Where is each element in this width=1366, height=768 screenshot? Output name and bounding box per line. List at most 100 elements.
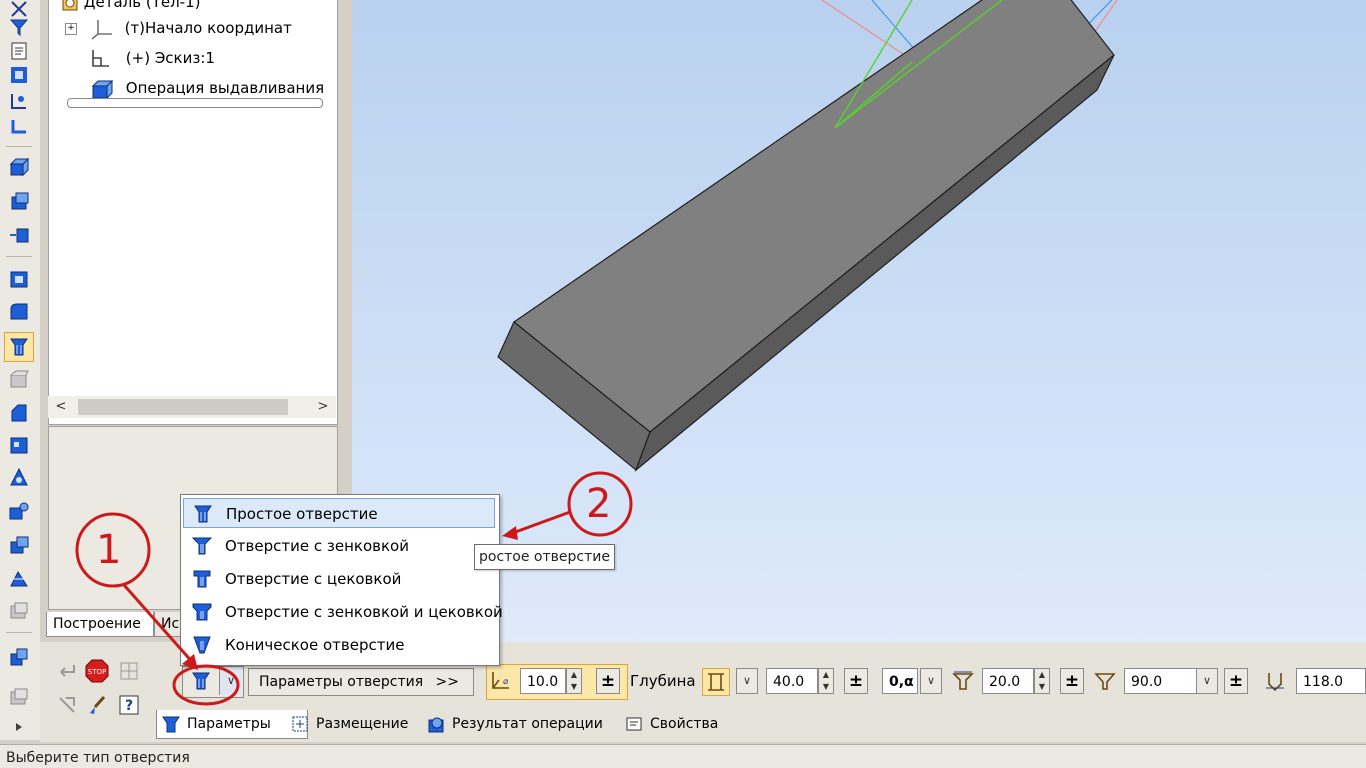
kinematic-icon[interactable]	[6, 222, 32, 248]
tree-item-label: Операция выдавливания	[125, 79, 325, 97]
annotation-number-2: 2	[586, 481, 612, 527]
tooltip: ростое отверстие	[474, 544, 615, 570]
menu-item-simple-hole[interactable]: Простое отверстие	[183, 498, 495, 528]
hole-tool-icon[interactable]	[4, 332, 34, 362]
mode-field[interactable]: 0,α	[882, 668, 918, 694]
auto-create-icon[interactable]	[116, 658, 142, 684]
menu-item-countersink-counterbore-hole[interactable]: Отверстие с зенковкой и цековкой	[183, 597, 503, 627]
tree-root[interactable]: Деталь (Тел-1)	[61, 0, 201, 14]
chamfer-icon[interactable]	[6, 400, 32, 426]
transform-icon[interactable]	[6, 644, 32, 670]
tree-horizontal-scrollbar[interactable]: < >	[48, 396, 336, 418]
scroll-left-icon[interactable]: <	[52, 398, 70, 416]
filter-icon[interactable]	[6, 14, 32, 40]
tree-item-extrusion[interactable]: Операция выдавливания	[87, 76, 324, 100]
menu-item-conical-hole[interactable]: Коническое отверстие	[183, 630, 495, 660]
stop-icon[interactable]: STOP	[84, 658, 110, 684]
diameter-field[interactable]: 10.0	[520, 668, 566, 694]
menu-item-label: Отверстие с зенковкой	[225, 537, 409, 555]
body-top-face	[512, 0, 1115, 433]
menu-item-countersink-hole[interactable]: Отверстие с зенковкой	[183, 531, 495, 561]
tab-operation-result[interactable]: Результат операции	[422, 710, 603, 738]
cut-icon[interactable]	[6, 566, 32, 592]
menu-item-label: Отверстие с зенковкой и цековкой	[225, 603, 503, 621]
status-text: Выберите тип отверстия	[6, 750, 190, 766]
countersink-hole-icon	[191, 537, 213, 555]
mode-dropdown[interactable]: ∨	[920, 668, 942, 694]
parameters-tab-icon	[162, 716, 180, 733]
depth-label: Глубина	[630, 672, 696, 690]
angle-icon	[1092, 668, 1118, 694]
brush-icon[interactable]	[84, 692, 110, 718]
extrude-icon[interactable]	[6, 154, 32, 180]
tree-item-sketch[interactable]: (+) Эскиз:1	[87, 46, 215, 70]
angle-dropdown[interactable]: ∨	[1196, 668, 1218, 694]
diameter-icon: ⌀	[488, 668, 514, 694]
depth-field[interactable]: 40.0	[766, 668, 818, 694]
menu-item-label: Простое отверстие	[226, 505, 378, 523]
thread-icon[interactable]	[6, 498, 32, 524]
hole-type-selector[interactable]: ∨	[182, 666, 244, 698]
properties-icon[interactable]	[6, 38, 32, 64]
curve-icon[interactable]	[6, 114, 32, 140]
feature-tree[interactable]: Деталь (Тел-1) + (т)Начало координат (+)…	[48, 0, 338, 425]
countersink-counterbore-hole-icon	[192, 603, 212, 621]
chevron-down-icon[interactable]: ∨	[219, 667, 242, 695]
pin-icon	[54, 692, 80, 718]
tab-properties[interactable]: Свойства	[620, 710, 718, 738]
scroll-right-icon[interactable]: >	[314, 398, 332, 416]
svg-text:⌀: ⌀	[503, 677, 509, 687]
depth-spinner[interactable]: ▲ ▼	[818, 668, 834, 694]
expand-icon[interactable]: +	[65, 22, 77, 35]
simple-hole-icon	[194, 505, 212, 523]
tab-label: Результат операции	[452, 716, 603, 732]
diameter-plusminus-button[interactable]: ±	[596, 668, 620, 694]
menu-item-counterbore-hole[interactable]: Отверстие с цековкой	[183, 564, 495, 594]
section-icon[interactable]	[6, 532, 32, 558]
angle-plusminus-button[interactable]: ±	[1224, 668, 1248, 694]
tip-angle-icon	[1262, 668, 1288, 694]
diameter-spinner[interactable]: ▲ ▼	[566, 668, 582, 694]
angle-field[interactable]: 90.0	[1124, 668, 1200, 694]
countersink-plusminus-button[interactable]: ±	[1060, 668, 1084, 694]
gray-array-icon	[6, 598, 32, 624]
shell-icon[interactable]	[6, 266, 32, 292]
properties-tab-icon	[626, 717, 642, 731]
help-icon[interactable]: ?	[116, 692, 142, 718]
conical-hole-icon	[193, 636, 211, 654]
menu-item-label: Отверстие с цековкой	[225, 570, 402, 588]
array-icon[interactable]	[6, 432, 32, 458]
tab-label: Размещение	[316, 716, 409, 732]
mirror-icon[interactable]	[6, 464, 32, 490]
counterbore-hole-icon	[193, 570, 211, 588]
countersink-spinner[interactable]: ▲ ▼	[1034, 668, 1050, 694]
scroll-thumb[interactable]	[78, 399, 288, 415]
tab-placement[interactable]: Размещение	[286, 710, 408, 738]
hole-params-button[interactable]: Параметры отверстия >>	[248, 668, 474, 696]
fillet-icon[interactable]	[6, 298, 32, 324]
tree-item-origin[interactable]: + (т)Начало координат	[65, 16, 292, 40]
tab-label: Параметры	[187, 716, 271, 732]
tree-item-label: (т)Начало координат	[124, 19, 292, 37]
part-icon	[62, 0, 78, 10]
placement-tab-icon	[292, 716, 308, 732]
tip-angle-field[interactable]: 118.0	[1296, 668, 1366, 694]
tab-construction[interactable]: Построение	[46, 612, 154, 637]
expand-chevron: >>	[435, 674, 459, 690]
simple-hole-icon	[192, 672, 210, 690]
tree-inner-scrollbar[interactable]	[67, 98, 323, 108]
left-toolbar	[0, 0, 41, 740]
expand-toolbar-icon[interactable]	[6, 714, 32, 740]
measure-icon[interactable]	[6, 88, 32, 114]
tab-label: Свойства	[650, 716, 719, 732]
depth-type-icon[interactable]	[702, 668, 730, 696]
countersink-field[interactable]: 20.0	[982, 668, 1034, 694]
svg-text:?: ?	[125, 698, 133, 714]
depth-type-dropdown[interactable]: ∨	[736, 668, 758, 694]
depth-plusminus-button[interactable]: ±	[844, 668, 868, 694]
rotate-icon[interactable]	[6, 188, 32, 214]
frame-icon[interactable]	[6, 62, 32, 88]
rib-icon	[6, 366, 32, 392]
menu-item-label: Коническое отверстие	[225, 636, 405, 654]
enter-object-icon	[54, 658, 80, 684]
